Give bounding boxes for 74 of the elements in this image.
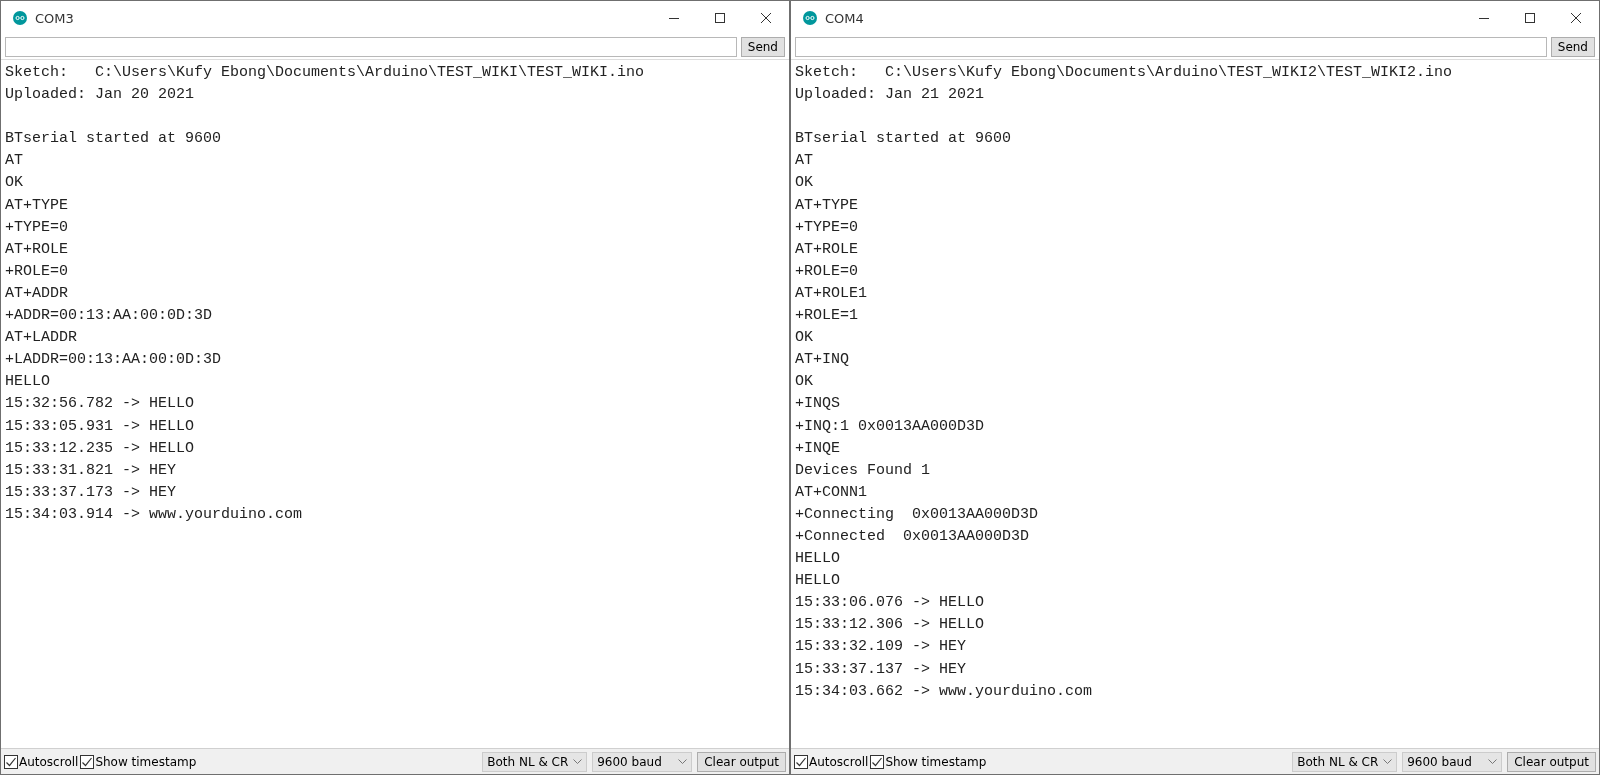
output-line: +INQS — [795, 394, 841, 415]
output-line: 15:33:12.306 -> HELLO — [795, 615, 986, 636]
output-line: HELLO — [795, 549, 841, 570]
output-line: 15:34:03.914 -> www.yourduino.com — [5, 504, 304, 525]
output-line: AT — [5, 151, 24, 172]
checkbox[interactable] — [870, 754, 885, 769]
output-line: Devices Found 1 — [795, 460, 932, 481]
output-line: +Connecting 0x0013AA000D3D — [795, 504, 1040, 525]
send-button[interactable]: Send — [740, 37, 785, 57]
message-input-field[interactable] — [795, 37, 1547, 57]
output-line: 15:33:05.931 -> HELLO — [5, 416, 196, 437]
baud-rate-dropdown[interactable]: 9600 baud — [592, 751, 693, 772]
output-line: +Connected 0x0013AA000D3D — [795, 526, 1031, 547]
caret-icon — [1383, 758, 1393, 765]
output-line: AT+INQ — [795, 350, 850, 371]
output-line: 15:33:12.235 -> HELLO — [5, 438, 196, 459]
output-line: +LADDR=00:13:AA:00:0D:3D — [5, 350, 223, 371]
output-line: +ROLE=0 — [795, 261, 859, 282]
caret-icon — [573, 758, 583, 765]
checkbox[interactable] — [4, 754, 18, 769]
output-line: OK — [795, 328, 814, 349]
window-title: COM4 — [825, 10, 865, 26]
line-ending-dropdown[interactable]: Both NL & CR — [1292, 751, 1398, 772]
output-line: +ROLE=1 — [795, 306, 859, 327]
output-line: +INQE — [795, 438, 841, 459]
clear-output-button[interactable]: Clear output — [697, 751, 786, 772]
output-line: Sketch: C:\Users\Kufy Ebong\Documents\Arduino\TEST_WIKI2\TEST_WIKI2.ino — [795, 63, 1454, 83]
output-line: AT+ROLE — [795, 239, 859, 260]
caret-icon — [678, 758, 688, 765]
infinity-logo-icon — [803, 11, 817, 25]
output-line: 15:33:32.109 -> HEY — [795, 637, 968, 658]
output-line: AT+TYPE — [795, 195, 859, 216]
output-line: OK — [5, 173, 24, 194]
checkbox-label: Show timestamp — [95, 754, 197, 769]
output-line: OK — [795, 173, 814, 194]
window-title: COM3 — [35, 10, 75, 26]
output-line: AT+ROLE1 — [795, 283, 868, 304]
clear-output-button[interactable]: Clear output — [1507, 751, 1596, 772]
checkbox[interactable] — [80, 754, 95, 769]
checkbox-label: Autoscroll — [19, 754, 79, 769]
output-line: 15:33:37.173 -> HEY — [5, 482, 178, 503]
output-line: Uploaded: Jan 20 2021 — [5, 85, 196, 106]
baud-rate-dropdown[interactable]: 9600 baud — [1402, 751, 1503, 772]
output-line: +TYPE=0 — [5, 217, 69, 238]
output-line: AT+CONN1 — [795, 482, 868, 503]
checkbox-label: Show timestamp — [885, 754, 987, 769]
output-line: AT+ROLE — [5, 239, 69, 260]
output-line: 15:33:06.076 -> HELLO — [795, 593, 986, 614]
line-ending-dropdown[interactable]: Both NL & CR — [482, 751, 588, 772]
output-line: 15:33:31.821 -> HEY — [5, 460, 178, 481]
message-input-field[interactable] — [5, 37, 737, 57]
output-line: Uploaded: Jan 21 2021 — [795, 85, 986, 106]
output-line: AT+TYPE — [5, 195, 69, 216]
checkbox-label: Autoscroll — [809, 754, 869, 769]
output-line: +ROLE=0 — [5, 261, 69, 282]
output-line: Sketch: C:\Users\Kufy Ebong\Documents\Arduino\TEST_WIKI\TEST_WIKI.ino — [5, 63, 646, 83]
output-line: AT+LADDR — [5, 328, 78, 349]
output-line: 15:32:56.782 -> HELLO — [5, 394, 196, 415]
caret-icon — [1488, 758, 1498, 765]
output-line: +TYPE=0 — [795, 217, 859, 238]
output-line: BTserial started at 9600 — [5, 129, 223, 150]
output-line: HELLO — [5, 372, 51, 393]
output-line: 15:33:37.137 -> HEY — [795, 659, 968, 680]
output-line: HELLO — [795, 571, 841, 592]
output-line: AT — [795, 151, 814, 172]
checkbox[interactable] — [794, 754, 808, 769]
infinity-logo-icon — [13, 11, 27, 25]
output-line: +INQ:1 0x0013AA000D3D — [795, 416, 986, 437]
output-line: +ADDR=00:13:AA:00:0D:3D — [5, 306, 214, 327]
output-line: OK — [795, 372, 814, 393]
output-line: 15:34:03.662 -> www.yourduino.com — [795, 681, 1094, 702]
output-line: BTserial started at 9600 — [795, 129, 1013, 150]
output-line: AT+ADDR — [5, 283, 69, 304]
send-button[interactable]: Send — [1550, 37, 1595, 57]
